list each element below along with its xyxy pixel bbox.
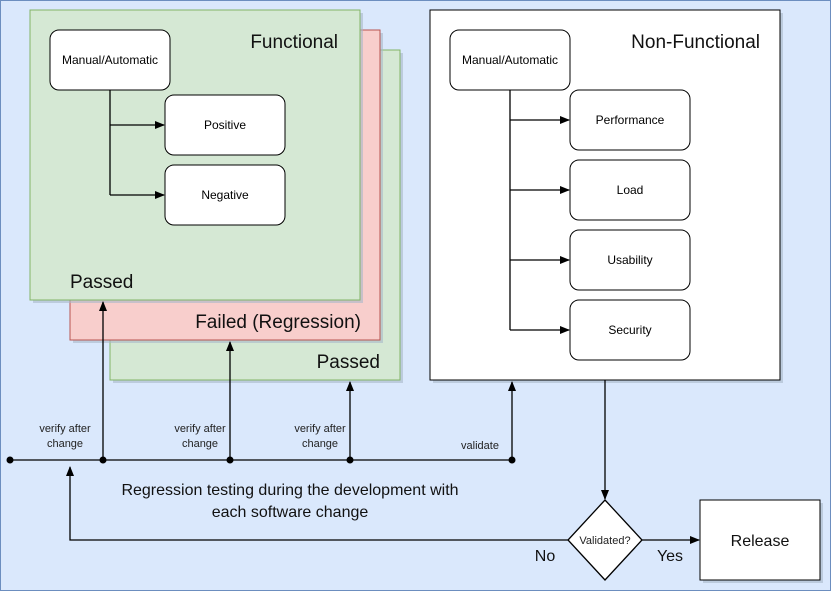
no-label: No [535,548,556,565]
verify-label-2a: verify after [174,423,226,435]
functional-method-label: Manual/Automatic [62,53,158,67]
non-functional-title: Non-Functional [631,32,760,53]
failed-label: Failed (Regression) [195,312,361,333]
passed-front-label: Passed [70,272,133,293]
validate-label: validate [461,440,499,452]
caption-line-1: Regression testing during the developmen… [121,482,458,499]
nf-item-label: Usability [607,253,652,267]
verify-label-1a: verify after [39,423,91,435]
decision-label: Validated? [579,535,630,547]
verify-label-3b: change [302,438,338,450]
passed-back-label: Passed [317,352,380,373]
negative-label: Negative [201,188,249,202]
verify-label-1b: change [47,438,83,450]
verify-label-2b: change [182,438,218,450]
nf-item-label: Security [608,323,651,337]
yes-label: Yes [657,548,683,565]
positive-label: Positive [204,118,246,132]
nf-item-label: Load [617,183,644,197]
regression-testing-diagram: Functional Passed Failed (Regression) Pa… [0,0,831,591]
nf-method-label: Manual/Automatic [462,53,558,67]
caption-line-2: each software change [212,504,369,521]
functional-title: Functional [250,32,338,53]
release-label: Release [731,533,790,550]
nf-item-label: Performance [596,113,665,127]
verify-label-3a: verify after [294,423,346,435]
